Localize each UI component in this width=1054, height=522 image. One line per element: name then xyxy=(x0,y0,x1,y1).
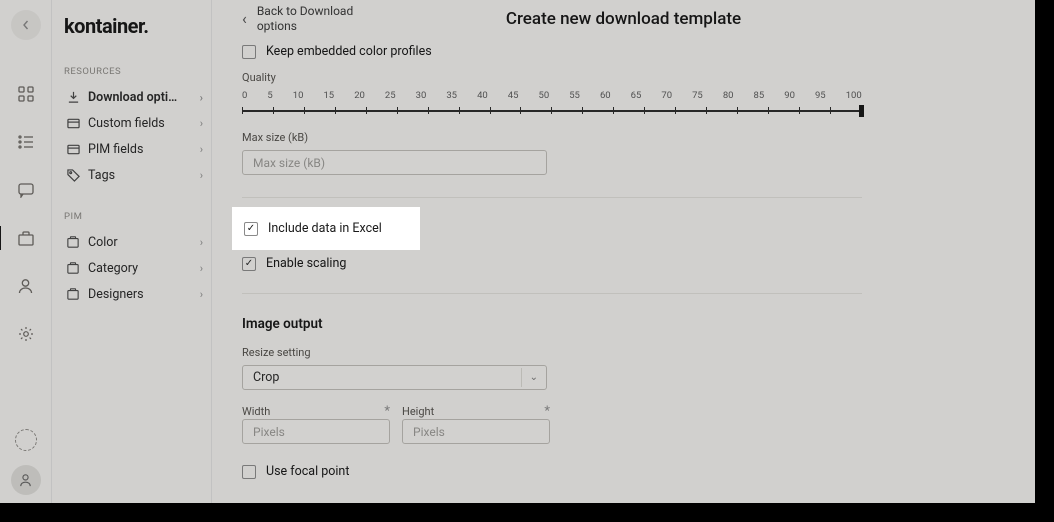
sidebar-item[interactable]: Tags › xyxy=(64,163,207,187)
quality-tick-label: 55 xyxy=(569,90,580,101)
quality-tick-label: 40 xyxy=(477,90,488,101)
chevron-right-icon: › xyxy=(200,117,203,130)
sidebar-item-label: PIM fields xyxy=(88,142,143,157)
quality-tick-label: 5 xyxy=(267,90,272,101)
slider-handle[interactable] xyxy=(859,105,864,117)
tag-icon xyxy=(66,168,80,182)
download-icon xyxy=(66,90,80,104)
image-output-heading: Image output xyxy=(242,316,1005,332)
quality-tick-label: 10 xyxy=(293,90,304,101)
quality-label: Quality xyxy=(242,71,1005,84)
chevron-left-icon: ‹ xyxy=(242,9,247,29)
keep-profiles-label: Keep embedded color profiles xyxy=(266,44,432,59)
sidebar-item-label: Custom fields xyxy=(88,116,165,131)
main-panel: ‹ Back to Download options Create new do… xyxy=(212,0,1035,503)
resize-label: Resize setting xyxy=(242,346,1005,359)
chevron-right-icon: › xyxy=(200,91,203,104)
chevron-right-icon: › xyxy=(200,169,203,182)
chat-icon[interactable] xyxy=(12,176,40,204)
user-icon[interactable] xyxy=(12,272,40,300)
sidebar-item[interactable]: Color › xyxy=(64,230,207,254)
quality-tick-label: 35 xyxy=(446,90,457,101)
back-link[interactable]: ‹ Back to Download options xyxy=(242,4,357,34)
enable-scaling-checkbox[interactable]: Enable scaling xyxy=(242,256,1005,271)
quality-tick-label: 95 xyxy=(815,90,826,101)
box-icon xyxy=(66,287,80,301)
sidebar-section-label: RESOURCES xyxy=(64,66,207,77)
quality-tick-label: 0 xyxy=(242,90,247,101)
quality-tick-label: 65 xyxy=(631,90,642,101)
avatar[interactable] xyxy=(11,465,41,495)
sidebar-item[interactable]: Category › xyxy=(64,256,207,280)
sidebar-section-label: PIM xyxy=(64,211,207,222)
gear-icon[interactable] xyxy=(12,320,40,348)
quality-tick-label: 100 xyxy=(846,90,862,101)
dashed-circle-icon[interactable] xyxy=(15,429,37,451)
required-asterisk: * xyxy=(544,404,550,419)
maxsize-input[interactable] xyxy=(242,150,547,175)
chevron-right-icon: › xyxy=(200,288,203,301)
field-icon xyxy=(66,142,80,156)
focal-point-label: Use focal point xyxy=(266,464,349,479)
chevron-down-icon: ⌄ xyxy=(530,372,538,383)
quality-tick-label: 80 xyxy=(723,90,734,101)
quality-tick-label: 20 xyxy=(354,90,365,101)
chevron-right-icon: › xyxy=(200,262,203,275)
icon-rail xyxy=(0,0,52,503)
include-excel-checkbox[interactable]: Include data in Excel xyxy=(232,207,420,250)
grid-icon[interactable] xyxy=(12,80,40,108)
quality-tick-label: 75 xyxy=(692,90,703,101)
resize-value: Crop xyxy=(253,370,279,385)
checkbox-icon xyxy=(242,465,256,479)
maxsize-label: Max size (kB) xyxy=(242,131,1005,144)
resize-select[interactable]: Crop ⌄ xyxy=(242,365,547,390)
quality-tick-label: 85 xyxy=(754,90,765,101)
quality-tick-label: 30 xyxy=(416,90,427,101)
logo: kontainer. xyxy=(64,14,207,38)
quality-slider[interactable]: 0 5 10 15 20 25 30 35 40 45 50 55 60 65 70 75 80 85 90 95 10… xyxy=(242,90,862,117)
quality-tick-label: 25 xyxy=(385,90,396,101)
checkbox-icon xyxy=(242,257,256,271)
height-label: Height xyxy=(402,405,434,418)
width-label: Width xyxy=(242,405,270,418)
chevron-right-icon: › xyxy=(200,143,203,156)
sidebar-item[interactable]: Custom fields › xyxy=(64,111,207,135)
briefcase-icon[interactable] xyxy=(12,224,40,252)
focal-point-checkbox[interactable]: Use focal point xyxy=(242,464,1005,479)
checkbox-icon xyxy=(244,222,258,236)
sidebar-item-label: Tags xyxy=(88,168,115,183)
enable-scaling-label: Enable scaling xyxy=(266,256,346,271)
sidebar-item-label: Download optio… xyxy=(88,90,180,105)
field-icon xyxy=(66,116,80,130)
sidebar-item-label: Designers xyxy=(88,287,144,302)
required-asterisk: * xyxy=(384,404,390,419)
collapse-button[interactable] xyxy=(11,10,41,40)
divider xyxy=(242,293,862,294)
keep-profiles-checkbox[interactable]: Keep embedded color profiles xyxy=(242,44,1005,59)
chevron-right-icon: › xyxy=(200,236,203,249)
back-link-label: Back to Download options xyxy=(257,4,357,34)
quality-tick-label: 90 xyxy=(784,90,795,101)
list-icon[interactable] xyxy=(12,128,40,156)
sidebar-item-label: Color xyxy=(88,235,118,250)
quality-tick-label: 70 xyxy=(661,90,672,101)
quality-tick-label: 45 xyxy=(508,90,519,101)
quality-tick-label: 15 xyxy=(323,90,334,101)
sidebar-item[interactable]: PIM fields › xyxy=(64,137,207,161)
sidebar-item-label: Category xyxy=(88,261,138,276)
box-icon xyxy=(66,235,80,249)
quality-tick-label: 60 xyxy=(600,90,611,101)
checkbox-icon xyxy=(242,45,256,59)
sidebar-item[interactable]: Download optio… › xyxy=(64,85,207,109)
width-input[interactable] xyxy=(242,419,390,444)
divider xyxy=(242,197,862,198)
height-input[interactable] xyxy=(402,419,550,444)
include-excel-label: Include data in Excel xyxy=(268,221,382,236)
quality-tick-label: 50 xyxy=(539,90,550,101)
sidebar: kontainer. RESOURCESDownload optio…›Cust… xyxy=(52,0,212,503)
sidebar-item[interactable]: Designers › xyxy=(64,282,207,306)
box-icon xyxy=(66,261,80,275)
